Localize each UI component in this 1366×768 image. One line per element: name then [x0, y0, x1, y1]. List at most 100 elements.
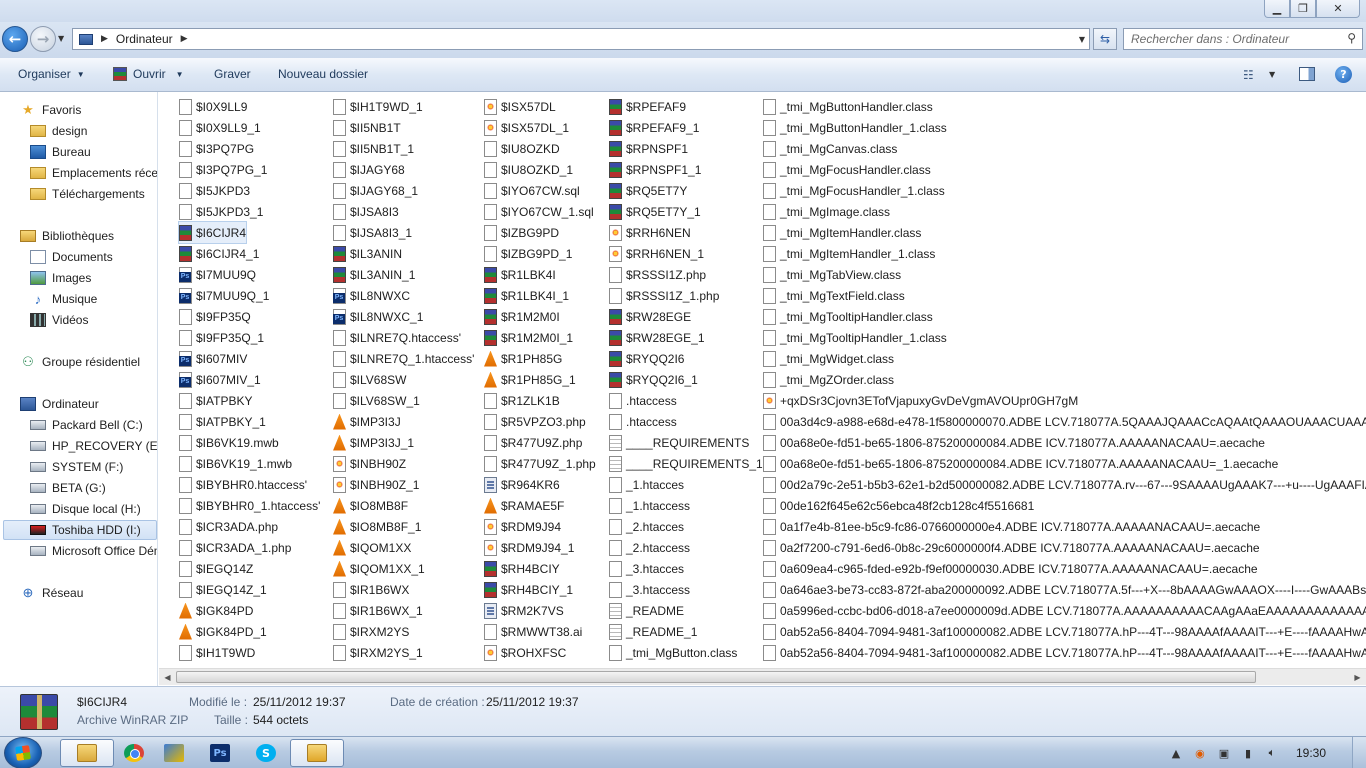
file-item[interactable]: $R1LBK4I_1 [484, 285, 569, 306]
file-item[interactable]: $IRXM2YS [333, 621, 409, 642]
refresh-button[interactable]: ⇆ [1093, 28, 1117, 50]
file-item[interactable]: _tmi_MgItemHandler_1.class [763, 243, 935, 264]
volume-icon[interactable]: 🔈︎ [1264, 745, 1280, 761]
horizontal-scrollbar[interactable]: ◀ ▶ [159, 668, 1366, 685]
file-item[interactable]: $IH1T9WD [179, 642, 255, 663]
file-item[interactable]: _3.htaccess [609, 579, 690, 600]
file-item[interactable]: .htaccess [609, 411, 677, 432]
nav-drive-e[interactable]: HP_RECOVERY (E:) [30, 436, 157, 456]
file-item[interactable]: $IB6VK19_1.mwb [179, 453, 292, 474]
file-item[interactable]: $RW28EGE_1 [609, 327, 705, 348]
file-item[interactable]: $IL8NWXC_1 [333, 306, 423, 327]
back-button[interactable]: ← [2, 26, 28, 52]
file-item[interactable]: $I7MUU9Q_1 [179, 285, 269, 306]
file-item[interactable]: $IB6VK19.mwb [179, 432, 279, 453]
file-item[interactable]: $R1PH85G [484, 348, 562, 369]
file-item[interactable]: $ICR3ADA_1.php [179, 537, 291, 558]
file-item[interactable]: $INBH90Z_1 [333, 474, 419, 495]
file-item[interactable]: _tmi_MgTabView.class [763, 264, 901, 285]
close-button[interactable]: ✕ [1316, 0, 1360, 18]
nav-favorites[interactable]: ★ Favoris [20, 100, 81, 120]
network-signal-icon[interactable]: ▮ [1240, 745, 1256, 761]
scroll-left-icon[interactable]: ◀ [159, 669, 176, 685]
file-item[interactable]: $RPNSPF1_1 [609, 159, 701, 180]
file-item[interactable]: $I9FP35Q_1 [179, 327, 264, 348]
forward-button[interactable]: → [30, 26, 56, 52]
file-item[interactable]: _tmi_MgTextField.class [763, 285, 905, 306]
start-button[interactable] [4, 737, 42, 768]
show-hidden-icons-icon[interactable]: ▲ [1168, 745, 1184, 761]
file-item[interactable]: _tmi_MgButtonHandler.class [763, 96, 933, 117]
taskbar-explorer[interactable] [60, 739, 114, 767]
organize-button[interactable]: Organiser ▼ [18, 67, 85, 81]
file-item[interactable]: $R477U9Z_1.php [484, 453, 596, 474]
file-item[interactable]: _tmi_MgCanvas.class [763, 138, 897, 159]
file-item[interactable]: _tmi_MgFocusHandler_1.class [763, 180, 945, 201]
maximize-button[interactable]: ❐ [1290, 0, 1316, 18]
chevron-down-icon[interactable]: ▼ [1269, 70, 1275, 79]
nav-item-images[interactable]: Images [30, 268, 91, 288]
file-item[interactable]: _1.htacces [609, 474, 684, 495]
file-item[interactable]: 0a1f7e4b-81ee-b5c9-fc86-0766000000e4.ADB… [763, 516, 1260, 537]
nav-item-downloads[interactable]: Téléchargements [30, 184, 145, 204]
file-item[interactable]: $ICR3ADA.php [179, 516, 278, 537]
file-item[interactable]: $RRH6NEN_1 [609, 243, 704, 264]
show-desktop-button[interactable] [1352, 737, 1366, 768]
file-item[interactable]: ____REQUIREMENTS [609, 432, 749, 453]
file-item[interactable]: $IQOM1XX [333, 537, 411, 558]
nav-item-documents[interactable]: Documents [30, 247, 113, 267]
search-input[interactable] [1124, 29, 1334, 49]
scroll-right-icon[interactable]: ▶ [1349, 669, 1366, 685]
file-item[interactable]: $IJAGY68_1 [333, 180, 418, 201]
file-item[interactable]: $ILNRE7Q_1.htaccess' [333, 348, 474, 369]
file-item[interactable]: 00d2a79c-2e51-b5b3-62e1-b2d500000082.ADB… [763, 474, 1366, 495]
file-item[interactable]: $IL3ANIN [333, 243, 402, 264]
file-item[interactable]: $INBH90Z [333, 453, 406, 474]
file-item[interactable]: _tmi_MgItemHandler.class [763, 222, 921, 243]
file-item[interactable]: $IH1T9WD_1 [333, 96, 423, 117]
file-item[interactable]: $I607MIV [179, 348, 247, 369]
file-item[interactable]: $I9FP35Q [179, 306, 251, 327]
scrollbar-thumb[interactable] [176, 671, 1256, 683]
file-item[interactable]: $IGK84PD_1 [179, 621, 267, 642]
file-item[interactable]: $IBYBHR0_1.htaccess' [179, 495, 320, 516]
file-item[interactable]: $IZBG9PD_1 [484, 243, 572, 264]
taskbar-files[interactable] [290, 739, 344, 767]
file-item[interactable]: _2.htaccess [609, 537, 690, 558]
nav-drive-g[interactable]: BETA (G:) [30, 478, 106, 498]
file-item[interactable]: 00a3d4c9-a988-e68d-e478-1f5800000070.ADB… [763, 411, 1366, 432]
file-item[interactable]: $RW28EGE [609, 306, 691, 327]
file-item[interactable]: $ISX57DL [484, 96, 556, 117]
file-item[interactable]: $I5JKPD3 [179, 180, 250, 201]
minimize-button[interactable]: ▁ [1264, 0, 1290, 18]
burn-button[interactable]: Graver [214, 67, 251, 81]
file-item[interactable]: $IYO67CW_1.sql [484, 201, 594, 222]
nav-homegroup[interactable]: ⚇ Groupe résidentiel [20, 352, 140, 372]
nav-item-design[interactable]: design [30, 121, 87, 141]
file-item[interactable]: _3.htacces [609, 558, 684, 579]
file-item[interactable]: $IL3ANIN_1 [333, 264, 415, 285]
file-item[interactable]: $RM2K7VS [484, 600, 564, 621]
file-item[interactable]: $R1LBK4I [484, 264, 556, 285]
file-item[interactable]: $IBYBHR0.htaccess' [179, 474, 307, 495]
file-item[interactable]: $IRXM2YS_1 [333, 642, 423, 663]
file-item[interactable]: $IMP3I3J [333, 411, 401, 432]
file-item[interactable]: $RDM9J94_1 [484, 537, 574, 558]
file-item[interactable]: $IJSA8I3_1 [333, 222, 412, 243]
file-item[interactable]: _README_1 [609, 621, 697, 642]
nav-drive-f[interactable]: SYSTEM (F:) [30, 457, 123, 477]
file-item[interactable]: _2.htacces [609, 516, 684, 537]
search-icon[interactable]: ⚲ [1347, 31, 1356, 45]
address-dropdown-icon[interactable]: ▼ [1079, 35, 1085, 44]
file-item[interactable]: $ILV68SW_1 [333, 390, 420, 411]
nav-drive-h[interactable]: Disque local (H:) [30, 499, 141, 519]
breadcrumb-separator-icon[interactable]: ▶ [181, 34, 188, 44]
new-folder-button[interactable]: Nouveau dossier [278, 67, 368, 81]
file-item[interactable]: $R964KR6 [484, 474, 560, 495]
file-item[interactable]: 0ab52a56-8404-7094-9481-3af100000082.ADB… [763, 642, 1366, 663]
file-item[interactable]: $ILNRE7Q.htaccess' [333, 327, 461, 348]
file-item[interactable]: $I7MUU9Q [179, 264, 256, 285]
file-item[interactable]: $IJSA8I3 [333, 201, 399, 222]
file-item[interactable]: ____REQUIREMENTS_1 [609, 453, 763, 474]
file-item[interactable]: $RPEFAF9 [609, 96, 686, 117]
